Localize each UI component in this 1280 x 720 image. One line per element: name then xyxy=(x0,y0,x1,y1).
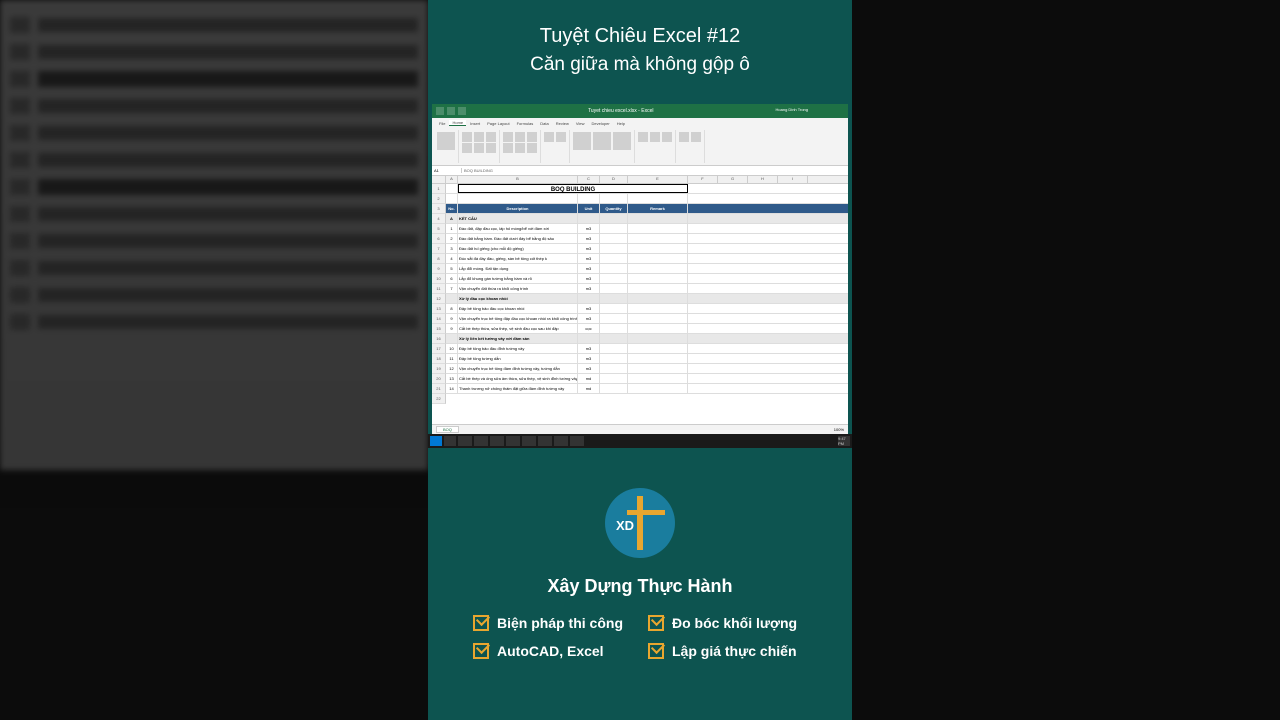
font-icon[interactable] xyxy=(474,143,484,153)
check-icon xyxy=(648,615,664,631)
tab-formulas[interactable]: Formulas xyxy=(514,121,537,126)
excel-screenshot: Tuyet chieu excel.xlsx - Excel Hoang Din… xyxy=(432,104,848,434)
check-icon xyxy=(473,643,489,659)
taskbar-app[interactable] xyxy=(554,436,568,446)
excel-titlebar: Tuyet chieu excel.xlsx - Excel Hoang Din… xyxy=(432,104,848,118)
sheet-grid[interactable]: BOQ BUILDINGNo.DescriptionUnitQuantityRe… xyxy=(446,184,848,404)
taskbar-app[interactable] xyxy=(570,436,584,446)
cells-icon[interactable] xyxy=(662,132,672,142)
search-icon[interactable] xyxy=(444,436,456,446)
col-h[interactable]: H xyxy=(748,176,778,183)
start-button[interactable] xyxy=(430,436,442,446)
tab-file[interactable]: File xyxy=(436,121,448,126)
col-c[interactable]: C xyxy=(578,176,600,183)
format-icon[interactable] xyxy=(593,132,611,150)
format-icon[interactable] xyxy=(613,132,631,150)
status-bar: BOQ 100% xyxy=(432,424,848,434)
font-icon[interactable] xyxy=(462,143,472,153)
brand-name: Xây Dựng Thực Hành xyxy=(448,576,832,597)
font-icon[interactable] xyxy=(462,132,472,142)
close-icon[interactable] xyxy=(834,107,844,115)
taskbar-app[interactable] xyxy=(538,436,552,446)
ribbon-tabs: File Home Insert Page Layout Formulas Da… xyxy=(432,118,848,128)
taskbar-app[interactable] xyxy=(474,436,488,446)
formula-input[interactable]: BOQ BUILDING xyxy=(462,168,848,173)
system-tray[interactable]: 9:47 PM xyxy=(838,436,850,446)
title-line-1: Tuyệt Chiêu Excel #12 xyxy=(448,25,832,48)
tab-review[interactable]: Review xyxy=(553,121,572,126)
zoom-control[interactable]: 100% xyxy=(834,427,844,432)
user-label: Hoang Dinh Trong xyxy=(776,107,808,115)
excel-filename: Tuyet chieu excel.xlsx - Excel xyxy=(466,108,776,114)
taskbar-app[interactable] xyxy=(522,436,536,446)
feature-item: Đo bóc khối lượng xyxy=(648,615,807,631)
formula-bar: A1 BOQ BUILDING xyxy=(432,166,848,176)
qat-icon[interactable] xyxy=(458,107,466,115)
tab-developer[interactable]: Developer xyxy=(588,121,612,126)
editing-icon[interactable] xyxy=(679,132,689,142)
align-icon[interactable] xyxy=(515,143,525,153)
col-b[interactable]: B xyxy=(458,176,578,183)
qat-icon[interactable] xyxy=(436,107,444,115)
check-icon xyxy=(648,643,664,659)
number-icon[interactable] xyxy=(556,132,566,142)
align-icon[interactable] xyxy=(503,132,513,142)
taskbar-app[interactable] xyxy=(490,436,504,446)
title-line-2: Căn giữa mà không gộp ô xyxy=(448,54,832,76)
windows-taskbar: 9:47 PM xyxy=(428,434,852,448)
check-icon xyxy=(473,615,489,631)
col-d[interactable]: D xyxy=(600,176,628,183)
tab-insert[interactable]: Insert xyxy=(467,121,483,126)
col-a[interactable]: A xyxy=(446,176,458,183)
feature-item: Biện pháp thi công xyxy=(473,615,632,631)
align-icon[interactable] xyxy=(503,143,513,153)
feature-item: Lập giá thực chiến xyxy=(648,643,807,659)
name-box[interactable]: A1 xyxy=(432,168,462,173)
blurred-sheet-left xyxy=(0,0,428,470)
tab-view[interactable]: View xyxy=(573,121,588,126)
col-g[interactable]: G xyxy=(718,176,748,183)
taskbar-app[interactable] xyxy=(458,436,472,446)
col-header[interactable] xyxy=(432,176,446,183)
row-numbers: 12345678910111213141516171819202122 xyxy=(432,184,446,404)
features-list: Biện pháp thi công Đo bóc khối lượng Aut… xyxy=(448,615,832,659)
col-i[interactable]: I xyxy=(778,176,808,183)
column-headers: A B C D E F G H I xyxy=(432,176,848,184)
qat-icon[interactable] xyxy=(447,107,455,115)
ribbon-content xyxy=(432,128,848,166)
font-icon[interactable] xyxy=(486,132,496,142)
font-icon[interactable] xyxy=(474,132,484,142)
cells-icon[interactable] xyxy=(650,132,660,142)
paste-icon[interactable] xyxy=(437,132,455,150)
center-content: Tuyệt Chiêu Excel #12 Căn giữa mà không … xyxy=(428,0,852,720)
sheet-tab[interactable]: BOQ xyxy=(436,426,459,433)
feature-item: AutoCAD, Excel xyxy=(473,643,632,659)
channel-logo: XD xyxy=(605,488,675,558)
align-icon[interactable] xyxy=(527,143,537,153)
sheet-body: 12345678910111213141516171819202122 BOQ … xyxy=(432,184,848,404)
minimize-icon[interactable] xyxy=(810,107,820,115)
dimmed-background-right xyxy=(852,0,1280,720)
format-icon[interactable] xyxy=(573,132,591,150)
align-icon[interactable] xyxy=(527,132,537,142)
taskbar-app[interactable] xyxy=(506,436,520,446)
branding-section: XD Xây Dựng Thực Hành Biện pháp thi công… xyxy=(428,448,852,674)
tab-pagelayout[interactable]: Page Layout xyxy=(484,121,512,126)
col-f[interactable]: F xyxy=(688,176,718,183)
col-e[interactable]: E xyxy=(628,176,688,183)
tab-home[interactable]: Home xyxy=(449,120,466,126)
maximize-icon[interactable] xyxy=(822,107,832,115)
number-icon[interactable] xyxy=(544,132,554,142)
tab-help[interactable]: Help xyxy=(614,121,628,126)
font-icon[interactable] xyxy=(486,143,496,153)
video-title: Tuyệt Chiêu Excel #12 Căn giữa mà không … xyxy=(428,0,852,96)
dimmed-background-left xyxy=(0,0,428,720)
cells-icon[interactable] xyxy=(638,132,648,142)
tab-data[interactable]: Data xyxy=(537,121,551,126)
align-icon[interactable] xyxy=(515,132,525,142)
editing-icon[interactable] xyxy=(691,132,701,142)
